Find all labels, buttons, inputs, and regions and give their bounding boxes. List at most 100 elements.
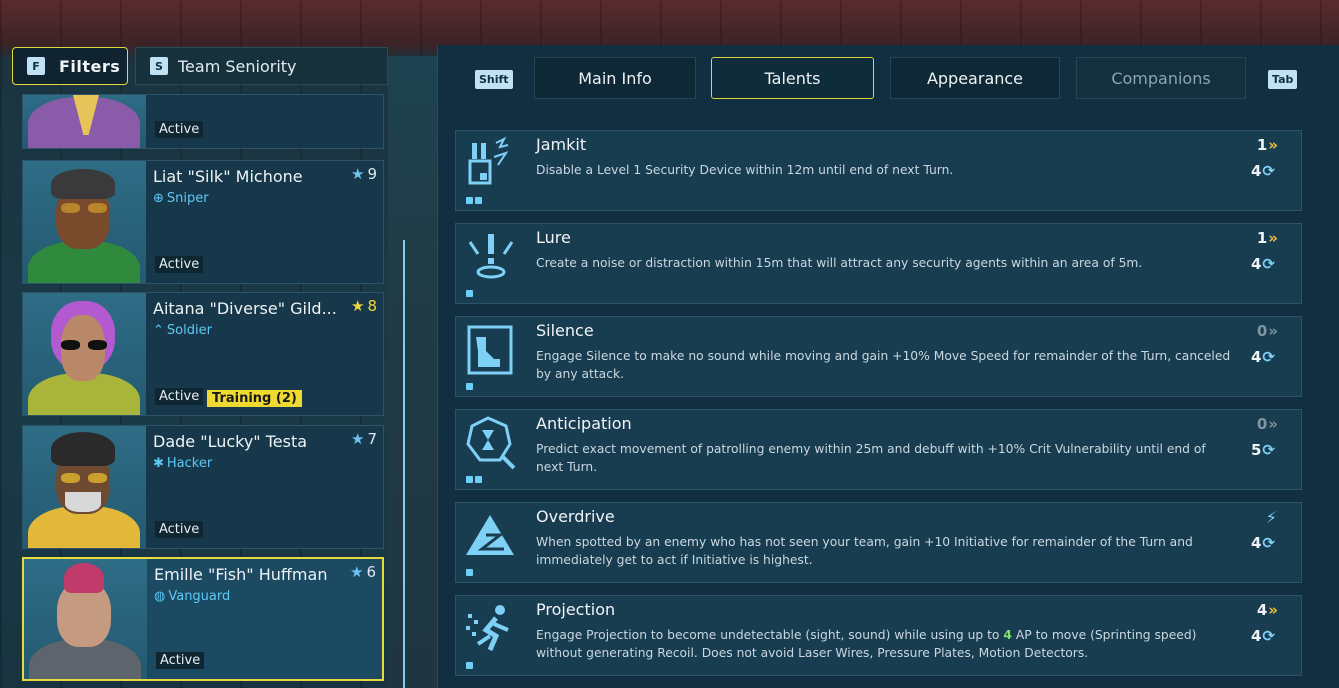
roster-card[interactable]: Active	[22, 94, 384, 149]
cooldown-value: 4	[1250, 162, 1262, 180]
talent-level-pips	[466, 290, 473, 297]
talent-name: Silence	[536, 321, 594, 340]
talent-card-lure[interactable]: Lure Create a noise or distraction withi…	[455, 223, 1302, 304]
operative-rank: ★ 8	[351, 297, 377, 315]
talent-card-silence[interactable]: Silence Engage Silence to make no sound …	[455, 316, 1302, 397]
ap-chevron-icon: »	[1268, 229, 1278, 247]
operative-rank: ★ 7	[351, 430, 377, 448]
divider-line	[403, 240, 405, 688]
rank-value: 7	[367, 430, 377, 448]
talent-description: Disable a Level 1 Security Device within…	[536, 163, 954, 177]
next-tab-key-hint[interactable]: Tab	[1268, 70, 1298, 89]
talent-card-anticipation[interactable]: Anticipation Predict exact movement of p…	[455, 409, 1302, 490]
talent-ap-cost: 0»	[1257, 415, 1278, 433]
talent-level-pips	[466, 383, 473, 390]
avatar	[23, 293, 146, 415]
star-icon: ★	[350, 563, 364, 581]
tab-bar: Shift Main Info Talents Appearance Compa…	[438, 57, 1339, 101]
talent-card-overdrive[interactable]: Overdrive When spotted by an enemy who h…	[455, 502, 1302, 583]
status-label: Active	[155, 121, 204, 138]
passive-bolt-icon: ⚡	[1265, 508, 1277, 527]
cooldown-icon: ⟳	[1262, 534, 1275, 552]
roster-card[interactable]: Aitana "Diverse" Gild... ⌃ Soldier ★ 8 Act…	[22, 292, 384, 416]
talent-cooldown: 4 ⟳	[1251, 627, 1275, 645]
description-highlight: 4	[1003, 628, 1012, 642]
ap-value: 4	[1256, 601, 1268, 619]
talent-cooldown: 4 ⟳	[1251, 534, 1275, 552]
operative-name: Liat "Silk" Michone	[153, 167, 303, 186]
silence-icon	[460, 321, 526, 387]
talent-cooldown: 4 ⟳	[1251, 162, 1275, 180]
status-label: Active	[155, 388, 204, 405]
talent-ap-cost: 1»	[1257, 229, 1278, 247]
filters-key-hint: F	[27, 57, 45, 75]
operative-class: ⌃ Soldier	[153, 323, 212, 338]
roster-card[interactable]: Liat "Silk" Michone ⊕ Sniper ★ 9 Active	[22, 160, 384, 284]
avatar	[23, 161, 146, 283]
prev-tab-key-hint[interactable]: Shift	[475, 70, 513, 89]
sort-button[interactable]: S Team Seniority	[135, 47, 388, 85]
operative-class: ✱ Hacker	[153, 456, 212, 471]
star-icon: ★	[351, 297, 365, 315]
class-label: Vanguard	[168, 589, 231, 604]
talent-ap-cost: 1»	[1256, 136, 1278, 154]
operative-rank: ★ 6	[350, 563, 376, 581]
ap-chevron-icon: »	[1268, 601, 1278, 619]
crosshair-icon: ⊕	[153, 191, 164, 206]
rank-value: 6	[366, 563, 376, 581]
sort-key-hint: S	[150, 57, 168, 75]
talent-cooldown: 4 ⟳	[1251, 348, 1275, 366]
class-label: Soldier	[166, 323, 212, 338]
talent-card-projection[interactable]: Projection Engage Projection to become u…	[455, 595, 1302, 676]
talent-description: Predict exact movement of patrolling ene…	[536, 442, 1206, 474]
talent-name: Anticipation	[536, 414, 632, 433]
tab-appearance[interactable]: Appearance	[890, 57, 1060, 99]
talent-cooldown: 5 ⟳	[1251, 441, 1275, 459]
cooldown-icon: ⟳	[1262, 441, 1275, 459]
filters-button[interactable]: F Filters	[12, 47, 128, 85]
operative-rank: ★ 9	[351, 165, 377, 183]
ap-value: 0	[1256, 322, 1268, 340]
talent-description: When spotted by an enemy who has not see…	[536, 535, 1193, 567]
star-icon: ★	[351, 430, 365, 448]
jamkit-icon	[460, 135, 526, 201]
status-label: Active	[156, 652, 205, 669]
background-scene-gap	[388, 56, 438, 688]
training-badge: Training (2)	[207, 390, 302, 407]
operative-name: Aitana "Diverse" Gild...	[153, 299, 337, 318]
talents-panel: Shift Main Info Talents Appearance Compa…	[437, 45, 1339, 688]
filters-label: Filters	[59, 56, 121, 76]
description-text: Engage Projection to become undetectable…	[536, 628, 1004, 642]
class-label: Sniper	[166, 191, 209, 206]
cooldown-value: 4	[1250, 534, 1262, 552]
anticipation-icon	[460, 414, 526, 480]
tab-talents[interactable]: Talents	[711, 57, 874, 99]
avatar	[23, 426, 146, 548]
operative-name: Dade "Lucky" Testa	[153, 432, 308, 451]
cooldown-value: 5	[1250, 441, 1262, 459]
talent-card-jamkit[interactable]: Jamkit Disable a Level 1 Security Device…	[455, 130, 1302, 211]
roster-card-selected[interactable]: Emille "Fish" Huffman ◍ Vanguard ★ 6 Activ…	[22, 557, 384, 681]
cooldown-icon: ⟳	[1262, 255, 1275, 273]
cooldown-value: 4	[1250, 627, 1262, 645]
ap-chevron-icon: »	[1268, 415, 1278, 433]
tab-companions[interactable]: Companions	[1076, 57, 1246, 99]
sort-label: Team Seniority	[178, 56, 297, 76]
roster-card[interactable]: Dade "Lucky" Testa ✱ Hacker ★ 7 Active	[22, 425, 384, 549]
rank-value: 9	[367, 165, 377, 183]
talent-description: Engage Projection to become undetectable…	[536, 626, 1236, 662]
projection-icon	[460, 600, 526, 666]
ap-value: 1	[1256, 136, 1268, 154]
helmet-icon: ◍	[154, 589, 166, 604]
rank-value: 8	[367, 297, 377, 315]
roster-column: F Filters S Team Seniority Active Liat "…	[0, 0, 390, 688]
star-icon: ★	[351, 165, 365, 183]
lure-icon	[460, 228, 526, 294]
tab-main-info[interactable]: Main Info	[534, 57, 696, 99]
ap-chevron-icon: »	[1268, 322, 1278, 340]
class-label: Hacker	[166, 456, 213, 471]
talent-level-pips	[466, 197, 482, 204]
bug-icon: ✱	[153, 456, 164, 471]
talent-level-pips	[466, 476, 482, 483]
avatar	[23, 95, 146, 148]
